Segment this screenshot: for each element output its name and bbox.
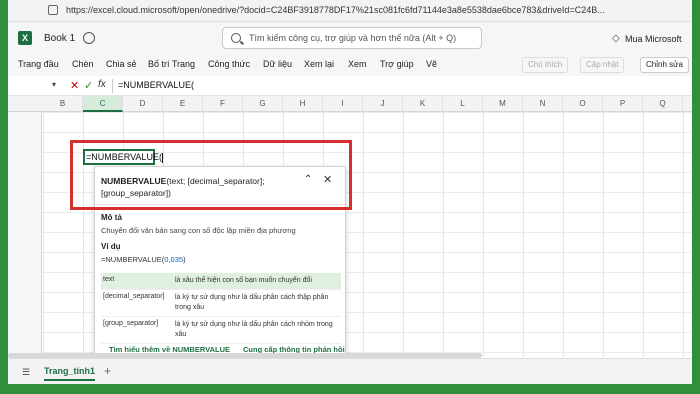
arg-desc: là xâu thể hiện con số bạn muốn chuyển đ… xyxy=(175,277,312,284)
tab-share[interactable]: Chia sẻ xyxy=(106,59,137,69)
column-header-m[interactable]: M xyxy=(483,96,523,112)
tab-view[interactable]: Xem xyxy=(348,59,367,69)
excel-window: https://excel.cloud.microsoft/open/onedr… xyxy=(8,0,692,384)
column-header-f[interactable]: F xyxy=(203,96,243,112)
saved-status-icon[interactable] xyxy=(83,32,95,44)
column-header-k[interactable]: K xyxy=(403,96,443,112)
tab-review[interactable]: Xem lại xyxy=(304,59,334,69)
column-header-g[interactable]: G xyxy=(243,96,283,112)
sheet-tabs-bar: ☰ Trang_tính1 + xyxy=(8,358,692,384)
cancel-icon[interactable]: ✕ xyxy=(70,79,79,92)
insert-function-icon[interactable]: fx xyxy=(98,79,106,90)
editing-mode-button[interactable]: Chỉnh sửa xyxy=(640,57,689,73)
url-text[interactable]: https://excel.cloud.microsoft/open/onedr… xyxy=(66,5,605,15)
arguments-table: text là xâu thể hiện con số bạn muốn chu… xyxy=(101,273,341,344)
arg-name: text xyxy=(103,276,115,283)
row-headers[interactable] xyxy=(8,112,42,357)
column-header-h[interactable]: H xyxy=(283,96,323,112)
ribbon-tabs: Trang đầu Chèn Chia sẻ Bố trí Trang Công… xyxy=(8,54,692,76)
table-row: [decimal_separator] là ký tự sử dụng như… xyxy=(101,290,341,317)
column-header-d[interactable]: D xyxy=(123,96,163,112)
tab-formulas[interactable]: Công thức xyxy=(208,59,250,69)
column-headers: B C D E F G H I J K L M N O P Q xyxy=(8,96,692,112)
column-header-l[interactable]: L xyxy=(443,96,483,112)
formula-bar: ▾ ✕ ✓ fx =NUMBERVALUE( xyxy=(8,76,692,96)
tab-insert[interactable]: Chèn xyxy=(72,59,94,69)
description-text: Chuyển đổi văn bản sang con số độc lập m… xyxy=(101,226,296,235)
table-row: text là xâu thể hiện con số bạn muốn chu… xyxy=(101,273,341,290)
tab-draw[interactable]: Vẽ xyxy=(426,59,437,69)
arg-name: [group_separator] xyxy=(103,320,159,327)
enter-icon[interactable]: ✓ xyxy=(84,79,93,92)
arg-name: [decimal_separator] xyxy=(103,293,165,300)
workbook-title[interactable]: Book 1 xyxy=(44,33,75,44)
column-header-c[interactable]: C xyxy=(83,96,123,112)
title-bar: X Book 1 Tìm kiếm công cụ, trợ giúp và h… xyxy=(8,22,692,54)
column-header-p[interactable]: P xyxy=(603,96,643,112)
column-header-n[interactable]: N xyxy=(523,96,563,112)
add-sheet-icon[interactable]: + xyxy=(104,364,111,378)
example-formula: =NUMBERVALUE(0,035) xyxy=(101,255,186,264)
search-placeholder: Tìm kiếm công cụ, trợ giúp và hơn thế nữ… xyxy=(249,33,457,43)
tab-home[interactable]: Trang đầu xyxy=(18,59,59,69)
example-heading: Ví dụ xyxy=(101,242,121,251)
table-row: [group_separator] là ký tự sử dụng như l… xyxy=(101,317,341,344)
all-sheets-menu-icon[interactable]: ☰ xyxy=(22,367,30,378)
search-icon xyxy=(231,33,241,43)
diamond-icon: ◇ xyxy=(612,33,620,44)
catch-up-button[interactable]: Cập nhật xyxy=(580,57,625,73)
excel-logo-icon[interactable]: X xyxy=(18,31,32,45)
comments-button[interactable]: Chú thích xyxy=(522,57,569,73)
arg-desc: là ký tự sử dụng như là dấu phân cách nh… xyxy=(175,321,333,338)
page-info-icon[interactable] xyxy=(48,5,58,15)
browser-address-bar[interactable]: https://excel.cloud.microsoft/open/onedr… xyxy=(8,0,692,22)
description-heading: Mô tả xyxy=(101,213,122,222)
column-header-j[interactable]: J xyxy=(363,96,403,112)
column-header-b[interactable]: B xyxy=(43,96,83,112)
column-header-q[interactable]: Q xyxy=(643,96,683,112)
tab-help[interactable]: Trợ giúp xyxy=(380,59,414,69)
highlight-annotation xyxy=(70,140,352,210)
search-box[interactable]: Tìm kiếm công cụ, trợ giúp và hơn thế nữ… xyxy=(222,27,482,49)
column-header-i[interactable]: I xyxy=(323,96,363,112)
tab-data[interactable]: Dữ liệu xyxy=(263,59,292,69)
tab-page-layout[interactable]: Bố trí Trang xyxy=(148,59,195,69)
arg-desc: là ký tự sử dụng như là dấu phân cách th… xyxy=(175,294,329,311)
column-header-o[interactable]: O xyxy=(563,96,603,112)
chevron-down-icon[interactable]: ▾ xyxy=(52,80,56,89)
formula-divider xyxy=(112,79,113,93)
column-header-e[interactable]: E xyxy=(163,96,203,112)
buy-microsoft-link[interactable]: Mua Microsoft xyxy=(625,34,682,44)
sheet-tab[interactable]: Trang_tính1 xyxy=(44,363,96,381)
formula-input[interactable]: =NUMBERVALUE( xyxy=(118,80,194,90)
